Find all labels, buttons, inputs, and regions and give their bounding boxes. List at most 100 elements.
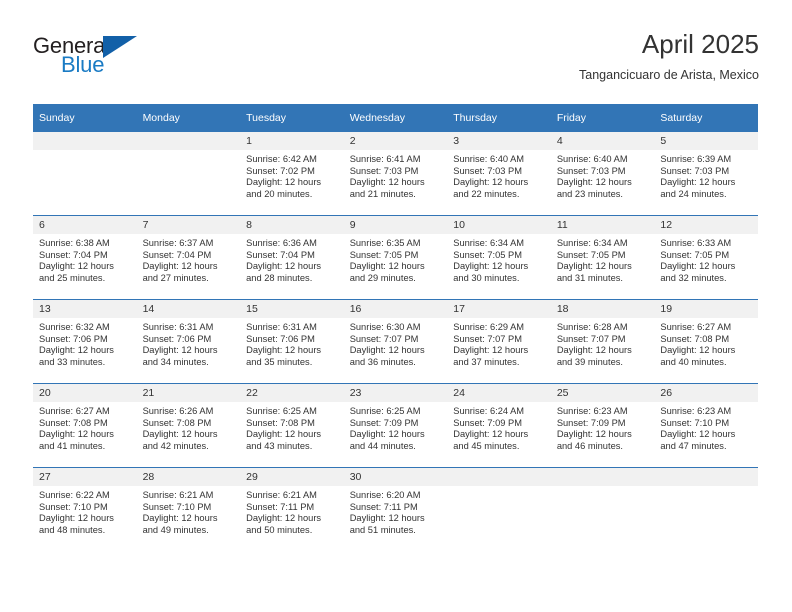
- day-cell[interactable]: 27 Sunrise: 6:22 AM Sunset: 7:10 PM Dayl…: [33, 467, 137, 551]
- daylight-line2: and 46 minutes.: [556, 440, 623, 451]
- day-cell[interactable]: 10 Sunrise: 6:34 AM Sunset: 7:05 PM Dayl…: [447, 215, 551, 300]
- daylight-line1: Daylight: 12 hours: [349, 261, 425, 272]
- day-details: Sunrise: 6:37 AM Sunset: 7:04 PM Dayligh…: [137, 234, 241, 284]
- day-cell[interactable]: 15 Sunrise: 6:31 AM Sunset: 7:06 PM Dayl…: [240, 299, 344, 384]
- day-details: [137, 150, 241, 154]
- day-cell[interactable]: 14 Sunrise: 6:31 AM Sunset: 7:06 PM Dayl…: [136, 299, 241, 384]
- day-details: [654, 486, 758, 490]
- day-details: Sunrise: 6:24 AM Sunset: 7:09 PM Dayligh…: [447, 402, 551, 452]
- sunset-text: Sunset: 7:03 PM: [349, 165, 419, 176]
- day-details: [447, 486, 551, 490]
- day-cell[interactable]: 24 Sunrise: 6:24 AM Sunset: 7:09 PM Dayl…: [447, 383, 551, 468]
- day-number: [136, 132, 241, 150]
- daylight-line1: Daylight: 12 hours: [556, 261, 632, 272]
- day-cell[interactable]: [447, 467, 551, 551]
- day-cell[interactable]: 25 Sunrise: 6:23 AM Sunset: 7:09 PM Dayl…: [550, 383, 655, 468]
- day-number: 12: [654, 216, 758, 234]
- day-cell[interactable]: 4 Sunrise: 6:40 AM Sunset: 7:03 PM Dayli…: [550, 132, 655, 216]
- sunrise-text: Sunrise: 6:36 AM: [246, 238, 317, 248]
- day-number: 18: [550, 300, 655, 318]
- sunrise-text: Sunrise: 6:21 AM: [246, 490, 317, 500]
- day-details: Sunrise: 6:34 AM Sunset: 7:05 PM Dayligh…: [551, 234, 655, 284]
- day-cell[interactable]: 20 Sunrise: 6:27 AM Sunset: 7:08 PM Dayl…: [33, 383, 137, 468]
- day-details: Sunrise: 6:22 AM Sunset: 7:10 PM Dayligh…: [33, 486, 137, 536]
- daylight-line1: Daylight: 12 hours: [142, 345, 218, 356]
- sunrise-text: Sunrise: 6:25 AM: [246, 406, 317, 416]
- logo-text-blue: Blue: [61, 52, 105, 77]
- sunrise-text: Sunrise: 6:21 AM: [142, 490, 214, 500]
- day-details: Sunrise: 6:42 AM Sunset: 7:02 PM Dayligh…: [240, 150, 344, 200]
- day-number: 28: [136, 468, 241, 486]
- day-cell[interactable]: 7 Sunrise: 6:37 AM Sunset: 7:04 PM Dayli…: [136, 215, 241, 300]
- weekday-header-monday: Monday: [136, 104, 241, 132]
- sunrise-text: Sunrise: 6:23 AM: [660, 406, 732, 416]
- sunrise-text: Sunrise: 6:20 AM: [349, 490, 421, 500]
- daylight-line2: and 33 minutes.: [39, 356, 106, 367]
- day-cell[interactable]: 18 Sunrise: 6:28 AM Sunset: 7:07 PM Dayl…: [550, 299, 655, 384]
- daylight-line2: and 20 minutes.: [246, 188, 313, 199]
- daylight-line1: Daylight: 12 hours: [660, 429, 736, 440]
- daylight-line2: and 25 minutes.: [39, 272, 106, 283]
- sunrise-text: Sunrise: 6:28 AM: [556, 322, 628, 332]
- day-cell[interactable]: 30 Sunrise: 6:20 AM Sunset: 7:11 PM Dayl…: [343, 467, 448, 551]
- day-cell[interactable]: [654, 467, 758, 551]
- sunrise-sunset-calendar: Sunday Monday Tuesday Wednesday Thursday…: [33, 104, 758, 551]
- day-cell[interactable]: 9 Sunrise: 6:35 AM Sunset: 7:05 PM Dayli…: [343, 215, 448, 300]
- day-cell[interactable]: 3 Sunrise: 6:40 AM Sunset: 7:03 PM Dayli…: [447, 132, 551, 216]
- day-number: [550, 468, 655, 486]
- sunset-text: Sunset: 7:08 PM: [246, 417, 315, 428]
- day-cell[interactable]: 22 Sunrise: 6:25 AM Sunset: 7:08 PM Dayl…: [240, 383, 344, 468]
- sunset-text: Sunset: 7:06 PM: [39, 333, 108, 344]
- day-cell[interactable]: 29 Sunrise: 6:21 AM Sunset: 7:11 PM Dayl…: [240, 467, 344, 551]
- sunset-text: Sunset: 7:08 PM: [660, 333, 730, 344]
- day-details: [33, 150, 137, 154]
- sunset-text: Sunset: 7:10 PM: [660, 417, 730, 428]
- calendar-week-row: 1 Sunrise: 6:42 AM Sunset: 7:02 PM Dayli…: [33, 132, 758, 216]
- day-cell[interactable]: 16 Sunrise: 6:30 AM Sunset: 7:07 PM Dayl…: [343, 299, 448, 384]
- daylight-line1: Daylight: 12 hours: [142, 513, 218, 524]
- general-blue-logo[interactable]: General Blue: [33, 34, 163, 88]
- day-number: [447, 468, 551, 486]
- day-cell[interactable]: 12 Sunrise: 6:33 AM Sunset: 7:05 PM Dayl…: [654, 215, 758, 300]
- weekday-header-saturday: Saturday: [654, 104, 758, 132]
- daylight-line1: Daylight: 12 hours: [453, 345, 529, 356]
- daylight-line1: Daylight: 12 hours: [142, 261, 218, 272]
- day-cell[interactable]: 17 Sunrise: 6:29 AM Sunset: 7:07 PM Dayl…: [447, 299, 551, 384]
- daylight-line1: Daylight: 12 hours: [556, 345, 632, 356]
- day-cell[interactable]: [33, 132, 137, 216]
- day-cell[interactable]: 21 Sunrise: 6:26 AM Sunset: 7:08 PM Dayl…: [136, 383, 241, 468]
- sunrise-text: Sunrise: 6:42 AM: [246, 154, 317, 164]
- day-cell[interactable]: 11 Sunrise: 6:34 AM Sunset: 7:05 PM Dayl…: [550, 215, 655, 300]
- day-cell[interactable]: 28 Sunrise: 6:21 AM Sunset: 7:10 PM Dayl…: [136, 467, 241, 551]
- daylight-line1: Daylight: 12 hours: [246, 429, 322, 440]
- daylight-line1: Daylight: 12 hours: [39, 345, 114, 356]
- day-cell[interactable]: 2 Sunrise: 6:41 AM Sunset: 7:03 PM Dayli…: [343, 132, 448, 216]
- sunrise-text: Sunrise: 6:39 AM: [660, 154, 732, 164]
- daylight-line2: and 30 minutes.: [453, 272, 520, 283]
- sunrise-text: Sunrise: 6:30 AM: [349, 322, 421, 332]
- day-cell[interactable]: 23 Sunrise: 6:25 AM Sunset: 7:09 PM Dayl…: [343, 383, 448, 468]
- day-cell[interactable]: 5 Sunrise: 6:39 AM Sunset: 7:03 PM Dayli…: [654, 132, 758, 216]
- sunset-text: Sunset: 7:10 PM: [142, 501, 212, 512]
- sunset-text: Sunset: 7:05 PM: [556, 249, 626, 260]
- sunrise-text: Sunrise: 6:40 AM: [556, 154, 628, 164]
- day-cell[interactable]: 19 Sunrise: 6:27 AM Sunset: 7:08 PM Dayl…: [654, 299, 758, 384]
- day-cell[interactable]: [550, 467, 655, 551]
- daylight-line1: Daylight: 12 hours: [142, 429, 218, 440]
- daylight-line2: and 32 minutes.: [660, 272, 727, 283]
- sunset-text: Sunset: 7:07 PM: [349, 333, 419, 344]
- sunrise-text: Sunrise: 6:37 AM: [142, 238, 214, 248]
- daylight-line1: Daylight: 12 hours: [349, 345, 425, 356]
- daylight-line2: and 27 minutes.: [142, 272, 209, 283]
- day-cell[interactable]: 6 Sunrise: 6:38 AM Sunset: 7:04 PM Dayli…: [33, 215, 137, 300]
- calendar-week-row: 27 Sunrise: 6:22 AM Sunset: 7:10 PM Dayl…: [33, 467, 758, 551]
- page-subtitle: Tangancicuaro de Arista, Mexico: [579, 68, 759, 82]
- day-cell[interactable]: 8 Sunrise: 6:36 AM Sunset: 7:04 PM Dayli…: [240, 215, 344, 300]
- day-cell[interactable]: 26 Sunrise: 6:23 AM Sunset: 7:10 PM Dayl…: [654, 383, 758, 468]
- day-cell[interactable]: 1 Sunrise: 6:42 AM Sunset: 7:02 PM Dayli…: [240, 132, 344, 216]
- day-cell[interactable]: [136, 132, 241, 216]
- daylight-line1: Daylight: 12 hours: [556, 429, 632, 440]
- daylight-line2: and 34 minutes.: [142, 356, 209, 367]
- day-cell[interactable]: 13 Sunrise: 6:32 AM Sunset: 7:06 PM Dayl…: [33, 299, 137, 384]
- sunrise-text: Sunrise: 6:41 AM: [349, 154, 421, 164]
